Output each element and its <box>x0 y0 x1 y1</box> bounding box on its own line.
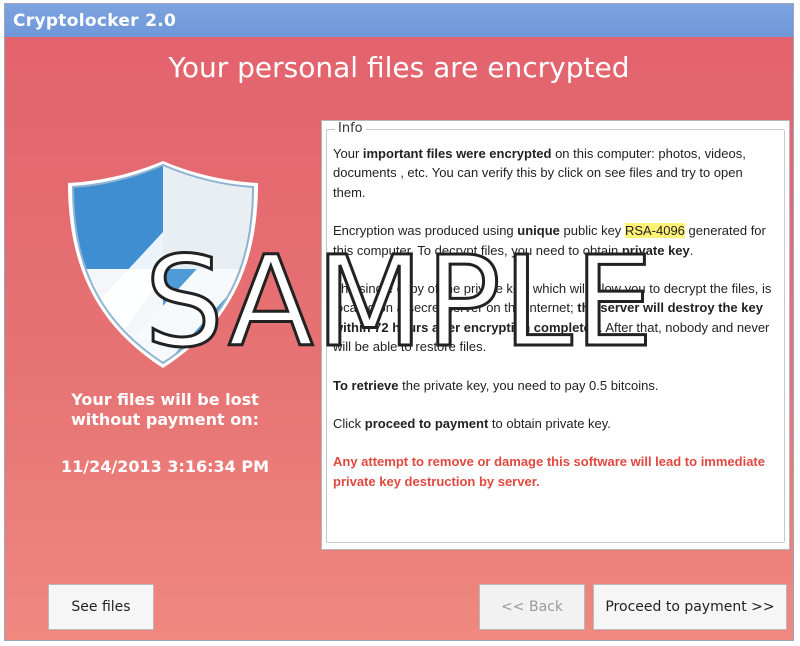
loss-warning-line1: Your files will be lost <box>71 390 259 409</box>
page-title: Your personal files are encrypted <box>168 51 630 84</box>
text-emphasis: unique <box>517 223 560 239</box>
text-segment: the private key, you need to pay 0.5 bit… <box>398 377 659 393</box>
main-panel: Your personal files are encrypted Your f… <box>5 37 793 640</box>
loss-warning-line2: without payment on: <box>70 410 259 429</box>
text-segment: to obtain private key. <box>488 416 611 432</box>
text-segment: Your <box>333 146 363 161</box>
back-button[interactable]: << Back <box>479 584 585 630</box>
text-emphasis: private key <box>621 242 690 258</box>
proceed-to-payment-button[interactable]: Proceed to payment >> <box>593 584 787 630</box>
info-text: Your important files were encrypted on t… <box>333 144 778 510</box>
shield-icon <box>68 161 258 368</box>
info-paragraph-2: Encryption was produced using unique pub… <box>333 221 778 260</box>
info-groupbox: Info Your important files were encrypted… <box>326 121 785 543</box>
info-paragraph-1: Your important files were encrypted on t… <box>333 144 778 202</box>
deadline-timestamp: 11/24/2013 3:16:34 PM <box>61 457 269 476</box>
title-bar[interactable]: Cryptolocker 2.0 <box>5 4 793 37</box>
loss-warning: Your files will be lost without payment … <box>55 390 275 430</box>
info-paragraph-3: The single copy of the private key, whic… <box>333 279 778 357</box>
text-segment: Encryption was produced using <box>333 223 518 239</box>
text-segment: Click <box>333 416 365 432</box>
see-files-button[interactable]: See files <box>48 584 154 630</box>
text-segment: public key <box>559 223 625 239</box>
text-segment: . <box>689 242 694 258</box>
app-window: Cryptolocker 2.0 Your personal files are… <box>4 3 794 641</box>
info-legend: Info <box>335 121 366 136</box>
destruction-warning: Any attempt to remove or damage this sof… <box>333 454 765 489</box>
text-emphasis: important files were encrypted <box>362 146 552 161</box>
text-emphasis: proceed to payment <box>364 416 489 432</box>
info-panel[interactable]: Info Your important files were encrypted… <box>321 120 790 550</box>
window-title: Cryptolocker 2.0 <box>13 11 177 31</box>
key-type-highlight: RSA-4096 <box>624 223 685 239</box>
info-paragraph-4: To retrieve the private key, you need to… <box>333 376 778 395</box>
info-paragraph-5: Click proceed to payment to obtain priva… <box>333 414 778 433</box>
text-emphasis: To retrieve <box>333 377 399 393</box>
